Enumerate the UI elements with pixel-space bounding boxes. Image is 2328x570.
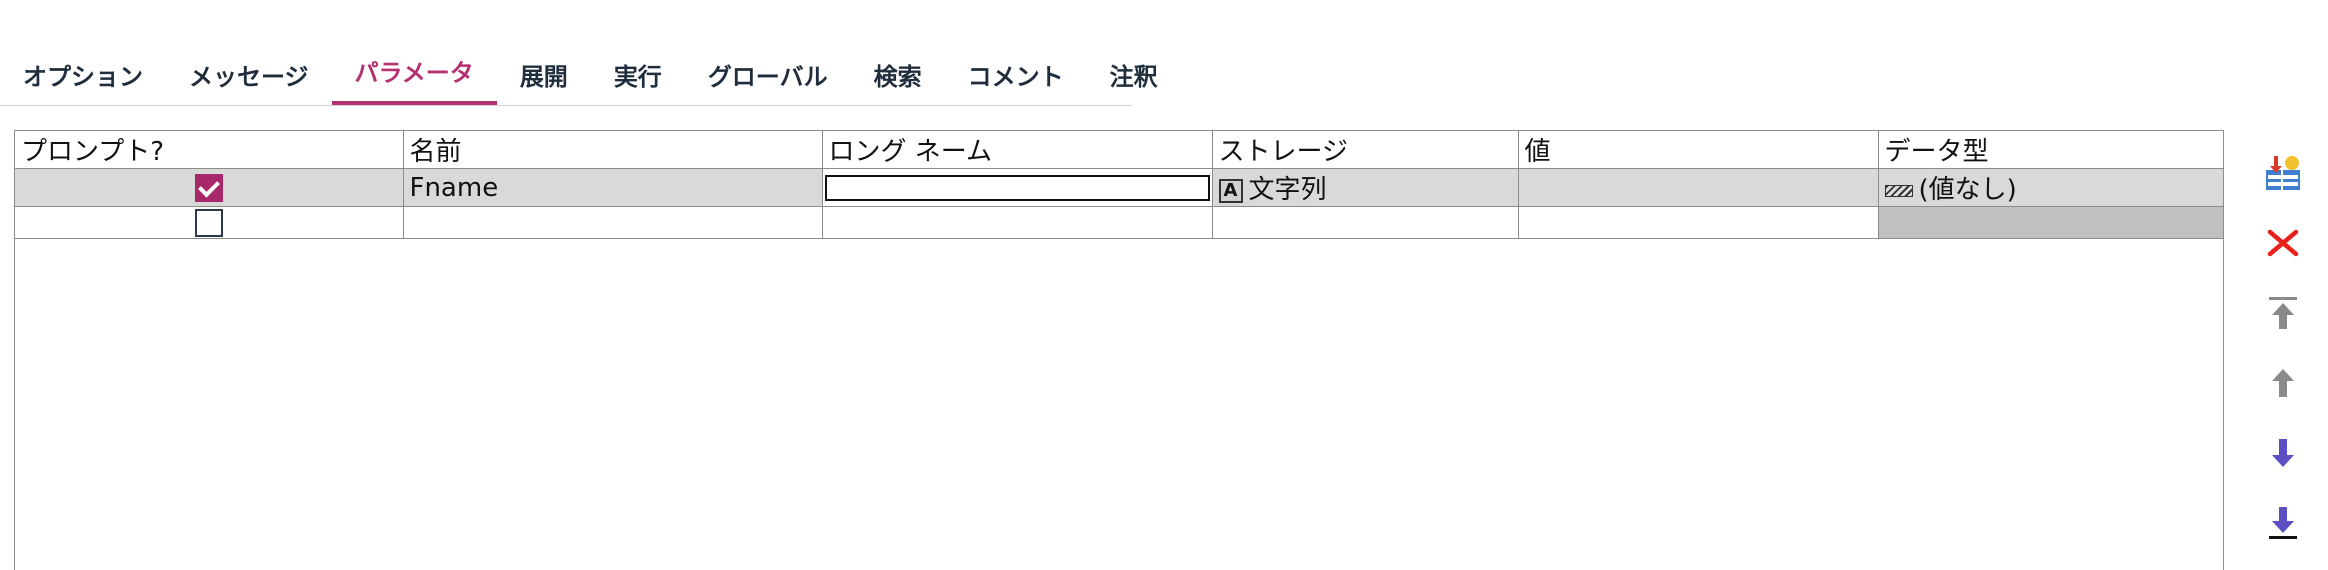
add-row-button[interactable] — [2252, 138, 2314, 208]
tab-label: メッセージ — [189, 62, 309, 91]
prompt-cell[interactable] — [15, 168, 404, 207]
tab-search[interactable]: 検索 — [851, 44, 945, 104]
prompt-cell[interactable] — [15, 206, 404, 239]
column-header-value[interactable]: 値 — [1517, 131, 1879, 169]
column-header-prompt[interactable]: プロンプト? — [15, 131, 404, 169]
tab-options[interactable]: オプション — [0, 44, 166, 104]
long-name-input[interactable] — [824, 174, 1210, 201]
tab-annotations[interactable]: 注釈 — [1087, 44, 1181, 104]
tab-label: 注釈 — [1109, 62, 1158, 91]
move-up-button[interactable] — [2252, 348, 2314, 418]
move-top-button[interactable] — [2252, 278, 2314, 348]
text-storage-icon: A — [1218, 178, 1243, 203]
storage-cell[interactable] — [1211, 206, 1519, 239]
tab-parameters[interactable]: パラメータ — [331, 44, 498, 105]
tab-label: 実行 — [613, 62, 662, 91]
name-cell[interactable] — [402, 206, 823, 239]
value-cell[interactable] — [1517, 206, 1879, 239]
storage-cell[interactable]: A 文字列 — [1211, 168, 1519, 207]
header-row: プロンプト? 名前 ロング ネーム ストレージ 値 データ型 — [15, 131, 2223, 169]
tab-expand[interactable]: 展開 — [497, 44, 591, 104]
prompt-checkbox[interactable] — [194, 174, 223, 202]
tab-label: オプション — [23, 62, 143, 91]
row-toolbar — [2252, 138, 2314, 558]
move-down-icon — [2272, 439, 2294, 467]
tab-label: グローバル — [707, 62, 828, 91]
delete-icon — [2267, 229, 2299, 257]
column-header-storage[interactable]: ストレージ — [1211, 131, 1519, 169]
datatype-cell[interactable] — [1877, 206, 2223, 239]
move-down-button[interactable] — [2252, 418, 2314, 488]
prompt-checkbox[interactable] — [194, 209, 223, 237]
column-header-name[interactable]: 名前 — [402, 131, 823, 169]
long-name-cell[interactable] — [821, 168, 1213, 207]
move-top-icon — [2269, 297, 2297, 329]
long-name-cell[interactable] — [821, 206, 1213, 239]
tab-label: コメント — [967, 62, 1064, 91]
add-row-icon — [2266, 156, 2300, 190]
column-header-long-name[interactable]: ロング ネーム — [821, 131, 1213, 169]
move-up-icon — [2272, 369, 2294, 397]
delete-row-button[interactable] — [2252, 208, 2314, 278]
tab-comments[interactable]: コメント — [945, 44, 1087, 104]
tab-run[interactable]: 実行 — [591, 44, 685, 104]
value-cell[interactable] — [1517, 168, 1879, 207]
parameters-grid: プロンプト? 名前 ロング ネーム ストレージ 値 データ型 Fname A 文字… — [14, 130, 2224, 570]
table-row[interactable]: Fname A 文字列 (値なし) — [15, 168, 2223, 207]
datatype-icon — [1884, 184, 1913, 197]
tab-label: 検索 — [873, 62, 922, 91]
column-header-datatype[interactable]: データ型 — [1877, 131, 2223, 169]
move-bottom-icon — [2269, 507, 2297, 539]
datatype-value: (値なし) — [1918, 175, 2017, 205]
storage-value: 文字列 — [1248, 175, 1327, 205]
tab-label: パラメータ — [354, 58, 474, 87]
move-bottom-button[interactable] — [2252, 488, 2314, 558]
tab-global[interactable]: グローバル — [685, 44, 851, 104]
table-row[interactable] — [15, 206, 2223, 239]
datatype-cell[interactable]: (値なし) — [1877, 168, 2223, 207]
name-cell[interactable]: Fname — [402, 168, 823, 207]
tab-bar: オプション メッセージ パラメータ 展開 実行 グローバル 検索 コメント 注釈 — [0, 0, 1158, 106]
tab-label: 展開 — [519, 62, 568, 91]
tab-messages[interactable]: メッセージ — [166, 44, 332, 104]
tabs: オプション メッセージ パラメータ 展開 実行 グローバル 検索 コメント 注釈 — [0, 44, 1181, 106]
